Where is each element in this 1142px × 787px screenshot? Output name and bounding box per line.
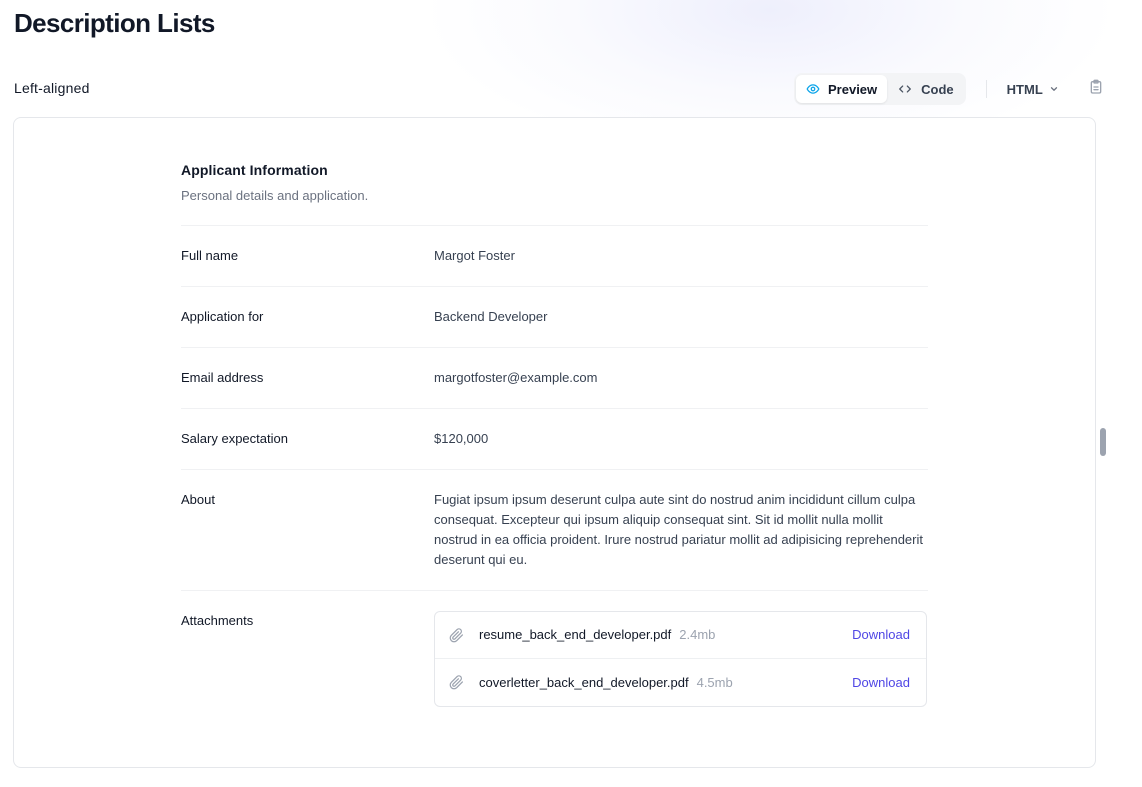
field-label: Salary expectation xyxy=(181,431,288,446)
code-tab[interactable]: Code xyxy=(887,75,964,103)
code-tab-label: Code xyxy=(921,81,954,97)
toolbar-divider xyxy=(985,80,987,98)
attachment-size: 4.5mb xyxy=(696,674,733,690)
section-label: Left-aligned xyxy=(14,80,90,96)
attachment-item: resume_back_end_developer.pdf 2.4mb Down… xyxy=(435,612,926,659)
copy-button[interactable] xyxy=(1089,79,1103,100)
preview-toolbar: Preview Code HTML xyxy=(794,73,1103,105)
download-link[interactable]: Download xyxy=(852,625,910,645)
field-value: $120,000 xyxy=(434,431,489,446)
page-title: Description Lists xyxy=(14,8,215,38)
attachment-filename: coverletter_back_end_developer.pdf xyxy=(479,674,689,690)
field-row-salary: Salary expectation $120,000 xyxy=(181,409,928,470)
attachment-filename: resume_back_end_developer.pdf xyxy=(479,627,672,642)
attachment-list: resume_back_end_developer.pdf 2.4mb Down… xyxy=(434,611,927,707)
field-row-email: Email address margotfoster@example.com xyxy=(181,348,928,409)
preview-tab-label: Preview xyxy=(828,81,878,97)
language-select[interactable]: HTML xyxy=(1007,82,1059,97)
preview-card: Applicant Information Personal details a… xyxy=(13,117,1096,768)
attachment-item: coverletter_back_end_developer.pdf 4.5mb… xyxy=(435,659,926,706)
field-label: Attachments xyxy=(181,613,254,628)
description-list: Full name Margot Foster Application for … xyxy=(181,225,928,727)
field-value: resume_back_end_developer.pdf 2.4mb Down… xyxy=(434,611,928,707)
field-label: Email address xyxy=(181,370,264,385)
view-toggle: Preview Code xyxy=(794,73,966,105)
section-heading: Applicant Information xyxy=(181,162,328,178)
field-row-attachments: Attachments resume_back_end_developer.pd… xyxy=(181,591,928,727)
field-row-full-name: Full name Margot Foster xyxy=(181,226,928,287)
field-row-application-for: Application for Backend Developer xyxy=(181,287,928,348)
page: Description Lists Left-aligned Preview C… xyxy=(0,0,1142,787)
field-row-about: About Fugiat ipsum ipsum deserunt culpa … xyxy=(181,470,928,591)
field-label: Application for xyxy=(181,309,264,324)
language-select-label: HTML xyxy=(1006,81,1043,97)
chevron-down-icon xyxy=(1049,82,1059,97)
preview-tab[interactable]: Preview xyxy=(796,75,888,103)
clipboard-icon xyxy=(1089,79,1103,100)
scrollbar-thumb[interactable] xyxy=(1100,428,1106,456)
paperclip-icon xyxy=(449,675,465,691)
field-label: Full name xyxy=(181,248,239,263)
paperclip-icon xyxy=(449,627,465,643)
code-brackets-icon xyxy=(897,82,913,96)
field-value: Margot Foster xyxy=(434,248,515,263)
field-label: About xyxy=(181,492,215,507)
attachment-size: 2.4mb xyxy=(679,627,716,642)
section-subheading: Personal details and application. xyxy=(181,188,369,203)
field-value: Fugiat ipsum ipsum deserunt culpa aute s… xyxy=(434,492,923,567)
field-value: margotfoster@example.com xyxy=(434,370,598,385)
download-link[interactable]: Download xyxy=(852,673,910,693)
field-value: Backend Developer xyxy=(434,309,548,324)
eye-icon xyxy=(806,82,820,96)
